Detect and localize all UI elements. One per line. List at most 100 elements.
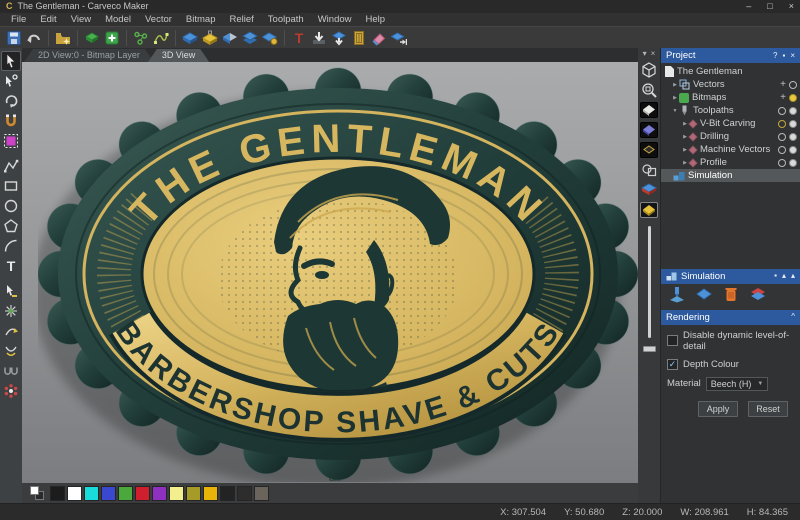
relief-half-icon[interactable] (221, 29, 239, 47)
close-view-icon[interactable]: × (651, 50, 656, 58)
palette-swatch[interactable] (254, 486, 269, 501)
relief-blue-icon[interactable] (181, 29, 199, 47)
preview-plain-icon[interactable] (640, 102, 658, 118)
menu-toolpath[interactable]: Toolpath (261, 13, 311, 26)
chevron-open-icon[interactable]: ▼ (671, 108, 679, 114)
tree-item-bitmaps[interactable]: ▶ Bitmaps + (661, 91, 800, 104)
reset-button[interactable]: Reset (748, 401, 788, 417)
open-model-icon[interactable] (54, 29, 72, 47)
visibility-2d-bulb-icon[interactable] (778, 159, 786, 167)
palette-swatch[interactable] (50, 486, 65, 501)
export-toolpath-icon[interactable] (390, 29, 408, 47)
tab-2d-view[interactable]: 2D View:0 - Bitmap Layer (24, 49, 154, 62)
vector-doctor-icon[interactable] (132, 29, 150, 47)
transform-vectors-tool-icon[interactable] (2, 282, 20, 300)
delete-simulation-icon[interactable] (722, 285, 740, 308)
menu-bitmap[interactable]: Bitmap (179, 13, 223, 26)
visibility-2d-bulb-icon[interactable] (778, 133, 786, 141)
visibility-3d-bulb-icon[interactable] (789, 107, 797, 115)
visibility-3d-bulb-icon[interactable] (789, 146, 797, 154)
relief-gear-icon[interactable] (261, 29, 279, 47)
simulate-relief-icon[interactable] (695, 285, 713, 308)
tab-3d-view[interactable]: 3D View (148, 49, 209, 62)
canvas-viewport[interactable]: THE GENTLEMAN (22, 62, 638, 483)
palette-swatch[interactable] (220, 486, 235, 501)
calculate-relief-icon[interactable] (330, 29, 348, 47)
palette-swatch[interactable] (67, 486, 82, 501)
menu-model[interactable]: Model (98, 13, 138, 26)
fit-arcs-icon[interactable] (152, 29, 170, 47)
add-icon[interactable]: + (780, 93, 786, 103)
menu-file[interactable]: File (4, 13, 33, 26)
material-block-icon[interactable] (640, 202, 658, 218)
chevron-right-icon[interactable]: ▶ (671, 82, 679, 88)
polygon-tool-icon[interactable] (2, 217, 20, 235)
float-panel-icon[interactable]: ▴ (782, 272, 786, 280)
menu-window[interactable]: Window (311, 13, 359, 26)
relief-layers-icon[interactable] (241, 29, 259, 47)
visibility-2d-bulb-icon[interactable] (778, 120, 786, 128)
menu-help[interactable]: Help (359, 13, 393, 26)
paste-along-curve-tool-icon[interactable] (2, 302, 20, 320)
depth-colour-checkbox-row[interactable]: ✓ Depth Colour (667, 359, 794, 370)
outline-shapes-icon[interactable] (640, 162, 658, 178)
delete-waste-icon[interactable] (640, 182, 658, 198)
palette-swatch[interactable] (237, 486, 252, 501)
select-tool-icon[interactable] (2, 52, 20, 70)
visibility-bulb-icon[interactable] (789, 94, 797, 102)
menu-edit[interactable]: Edit (33, 13, 63, 26)
apply-button[interactable]: Apply (698, 401, 738, 417)
slider-handle[interactable] (643, 346, 656, 352)
polyline-tool-icon[interactable] (2, 157, 20, 175)
add-relief-icon[interactable] (103, 29, 121, 47)
palette-swatch[interactable] (118, 486, 133, 501)
relief-locked-icon[interactable] (201, 29, 219, 47)
menu-vector[interactable]: Vector (138, 13, 179, 26)
measure-tool-icon[interactable] (2, 112, 20, 130)
visibility-3d-bulb-icon[interactable] (789, 133, 797, 141)
help-icon[interactable]: ? (773, 52, 777, 60)
reset-block-icon[interactable] (749, 285, 767, 308)
visibility-3d-bulb-icon[interactable] (789, 120, 797, 128)
import-model-icon[interactable] (310, 29, 328, 47)
close-panel-icon[interactable]: × (790, 52, 795, 60)
bitmap-select-tool-icon[interactable] (2, 132, 20, 150)
material-select[interactable]: Beech (H) ▼ (706, 377, 768, 391)
visibility-3d-bulb-icon[interactable] (789, 159, 797, 167)
palette-swatch[interactable] (152, 486, 167, 501)
offset-tool-icon[interactable] (2, 322, 20, 340)
pin-icon[interactable]: ▪ (774, 272, 777, 280)
visibility-bulb-icon[interactable] (789, 81, 797, 89)
menu-relief[interactable]: Relief (223, 13, 261, 26)
visibility-2d-bulb-icon[interactable] (778, 146, 786, 154)
zoom-region-icon[interactable] (640, 82, 658, 98)
create-text-tool-icon[interactable]: T (2, 257, 20, 275)
depth-colour-checkbox[interactable]: ✓ (667, 359, 678, 370)
lod-checkbox-row[interactable]: Disable dynamic level-of-detail (667, 330, 794, 352)
menu-view[interactable]: View (64, 13, 98, 26)
add-icon[interactable]: + (780, 80, 786, 90)
frame-texture-icon[interactable] (350, 29, 368, 47)
collapse-panel-icon[interactable]: ▴ (791, 272, 795, 280)
text-tool-icon[interactable]: T (290, 29, 308, 47)
transform-tool-icon[interactable] (2, 92, 20, 110)
close-button[interactable]: × (789, 2, 794, 11)
view-menu-caret-icon[interactable]: ▾ (643, 50, 647, 58)
palette-swatch[interactable] (186, 486, 201, 501)
arc-tool-icon[interactable] (2, 237, 20, 255)
palette-swatch[interactable] (101, 486, 116, 501)
palette-swatch[interactable] (84, 486, 99, 501)
preview-colour-icon[interactable] (640, 122, 658, 138)
visibility-2d-bulb-icon[interactable] (778, 107, 786, 115)
palette-swatch[interactable] (203, 486, 218, 501)
node-edit-tool-icon[interactable] (2, 72, 20, 90)
palette-swatch[interactable] (135, 486, 150, 501)
tree-item-profile[interactable]: ▶ Profile (661, 156, 800, 169)
tree-item-simulation[interactable]: Simulation (661, 169, 800, 182)
save-icon[interactable] (5, 29, 23, 47)
collapse-section-icon[interactable]: ^ (791, 313, 795, 321)
tree-item-toolpaths[interactable]: ▼ Toolpaths (661, 104, 800, 117)
maximize-button[interactable]: □ (767, 2, 772, 11)
tree-item-drilling[interactable]: ▶ Drilling (661, 130, 800, 143)
tree-item-vectors[interactable]: ▶ Vectors + (661, 78, 800, 91)
